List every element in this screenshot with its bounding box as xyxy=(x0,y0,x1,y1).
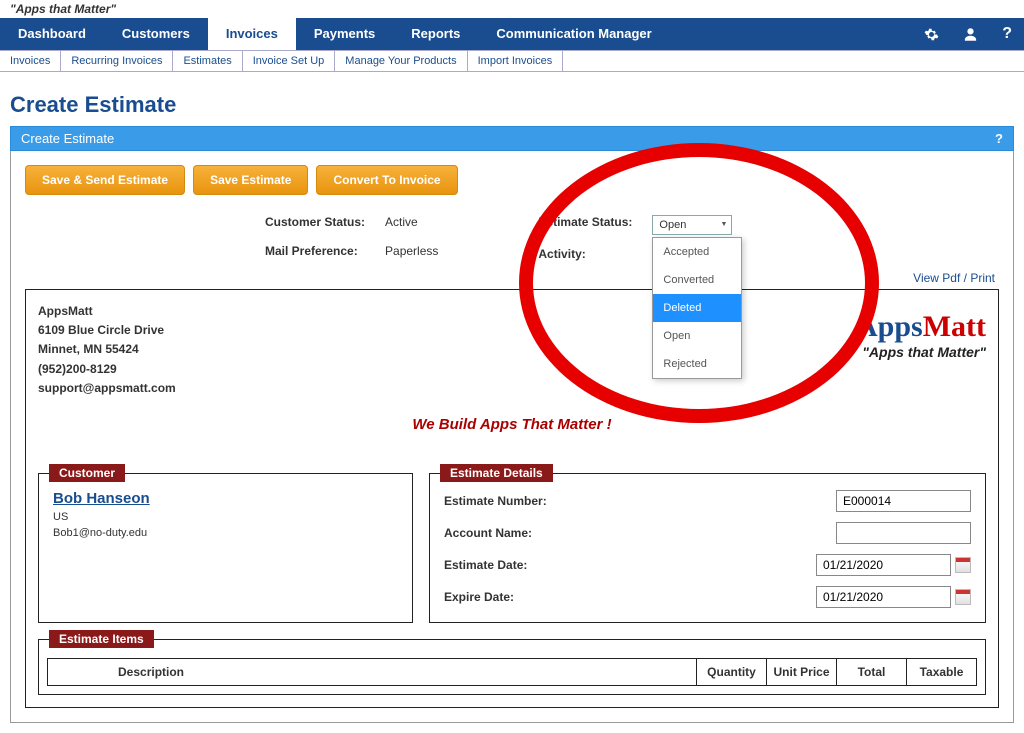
company-addr2: Minnet, MN 55424 xyxy=(38,340,986,359)
panel-header: Create Estimate ? xyxy=(10,126,1014,151)
col-quantity: Quantity xyxy=(697,658,767,685)
customer-status-value: Active xyxy=(385,215,438,229)
page-title: Create Estimate xyxy=(10,92,1014,118)
gear-icon[interactable] xyxy=(912,18,951,50)
save-send-button[interactable]: Save & Send Estimate xyxy=(25,165,185,195)
company-addr1: 6109 Blue Circle Drive xyxy=(38,321,986,340)
subnav-products[interactable]: Manage Your Products xyxy=(335,51,467,71)
company-email: support@appsmatt.com xyxy=(38,379,986,398)
estimate-date-input[interactable] xyxy=(816,554,951,576)
logo-part-matt: Matt xyxy=(923,310,986,343)
mail-pref-value: Paperless xyxy=(385,244,438,258)
user-icon[interactable] xyxy=(951,18,990,50)
customer-name-link[interactable]: Bob Hanseon xyxy=(53,490,398,507)
col-taxable: Taxable xyxy=(907,658,977,685)
nav-dashboard[interactable]: Dashboard xyxy=(0,18,104,50)
panel-title: Create Estimate xyxy=(21,131,114,146)
subnav-invoices[interactable]: Invoices xyxy=(0,51,61,71)
nav-customers[interactable]: Customers xyxy=(104,18,208,50)
estimate-items-box: Estimate Items Description Quantity Unit… xyxy=(38,639,986,695)
convert-button[interactable]: Convert To Invoice xyxy=(316,165,457,195)
col-total: Total xyxy=(837,658,907,685)
status-option-open[interactable]: Open xyxy=(653,322,741,350)
top-tagline: "Apps that Matter" xyxy=(0,0,1024,18)
panel-help-icon[interactable]: ? xyxy=(995,131,1003,146)
estimate-number-label: Estimate Number: xyxy=(444,494,624,508)
customer-status-label: Customer Status: xyxy=(265,215,365,229)
items-table: Description Quantity Unit Price Total Ta… xyxy=(47,658,977,686)
customer-box: Customer Bob Hanseon US Bob1@no-duty.edu xyxy=(38,473,413,623)
account-name-input[interactable] xyxy=(836,522,971,544)
status-option-converted[interactable]: Converted xyxy=(653,266,741,294)
status-option-rejected[interactable]: Rejected xyxy=(653,350,741,378)
subnav-estimates[interactable]: Estimates xyxy=(173,51,242,71)
status-option-accepted[interactable]: Accepted xyxy=(653,238,741,266)
company-phone: (952)200-8129 xyxy=(38,360,986,379)
estimate-details-box: Estimate Details Estimate Number: Accoun… xyxy=(429,473,986,623)
logo-part-apps: Apps xyxy=(856,310,923,343)
company-name: AppsMatt xyxy=(38,302,986,321)
mail-pref-label: Mail Preference: xyxy=(265,244,365,258)
customer-country: US xyxy=(53,511,398,523)
account-name-label: Account Name: xyxy=(444,526,624,540)
subnav-recurring[interactable]: Recurring Invoices xyxy=(61,51,173,71)
company-slogan: We Build Apps That Matter ! xyxy=(38,416,986,433)
panel-body: Save & Send Estimate Save Estimate Conve… xyxy=(10,151,1014,723)
help-icon[interactable]: ? xyxy=(990,18,1024,50)
main-nav: Dashboard Customers Invoices Payments Re… xyxy=(0,18,1024,50)
estimate-status-menu: Accepted Converted Deleted Open Rejected xyxy=(652,237,742,379)
estimate-number-input[interactable] xyxy=(836,490,971,512)
status-option-deleted[interactable]: Deleted xyxy=(653,294,741,322)
nav-communication[interactable]: Communication Manager xyxy=(478,18,669,50)
estimate-document: AppsMatt 6109 Blue Circle Drive Minnet, … xyxy=(25,289,999,708)
save-button[interactable]: Save Estimate xyxy=(193,165,308,195)
estimate-status-label: Estimate Status: xyxy=(538,215,632,229)
expire-date-label: Expire Date: xyxy=(444,590,624,604)
calendar-icon[interactable] xyxy=(955,557,971,573)
nav-payments[interactable]: Payments xyxy=(296,18,393,50)
customer-email: Bob1@no-duty.edu xyxy=(53,527,398,539)
estimate-date-label: Estimate Date: xyxy=(444,558,624,572)
expire-date-input[interactable] xyxy=(816,586,951,608)
subnav-setup[interactable]: Invoice Set Up xyxy=(243,51,336,71)
nav-reports[interactable]: Reports xyxy=(393,18,478,50)
estimate-status-select[interactable]: Open xyxy=(652,215,732,235)
calendar-icon[interactable] xyxy=(955,589,971,605)
logo-tagline: "Apps that Matter" xyxy=(856,344,986,360)
customer-legend: Customer xyxy=(49,464,125,482)
col-description: Description xyxy=(48,658,697,685)
col-unit-price: Unit Price xyxy=(767,658,837,685)
subnav-import[interactable]: Import Invoices xyxy=(468,51,564,71)
details-legend: Estimate Details xyxy=(440,464,553,482)
items-legend: Estimate Items xyxy=(49,630,154,648)
sub-nav: Invoices Recurring Invoices Estimates In… xyxy=(0,50,1024,72)
activity-label: Activity: xyxy=(538,247,632,261)
company-logo: AppsMatt "Apps that Matter" xyxy=(856,310,986,360)
nav-invoices[interactable]: Invoices xyxy=(208,18,296,50)
view-pdf-link[interactable]: View Pdf / Print xyxy=(29,271,995,285)
